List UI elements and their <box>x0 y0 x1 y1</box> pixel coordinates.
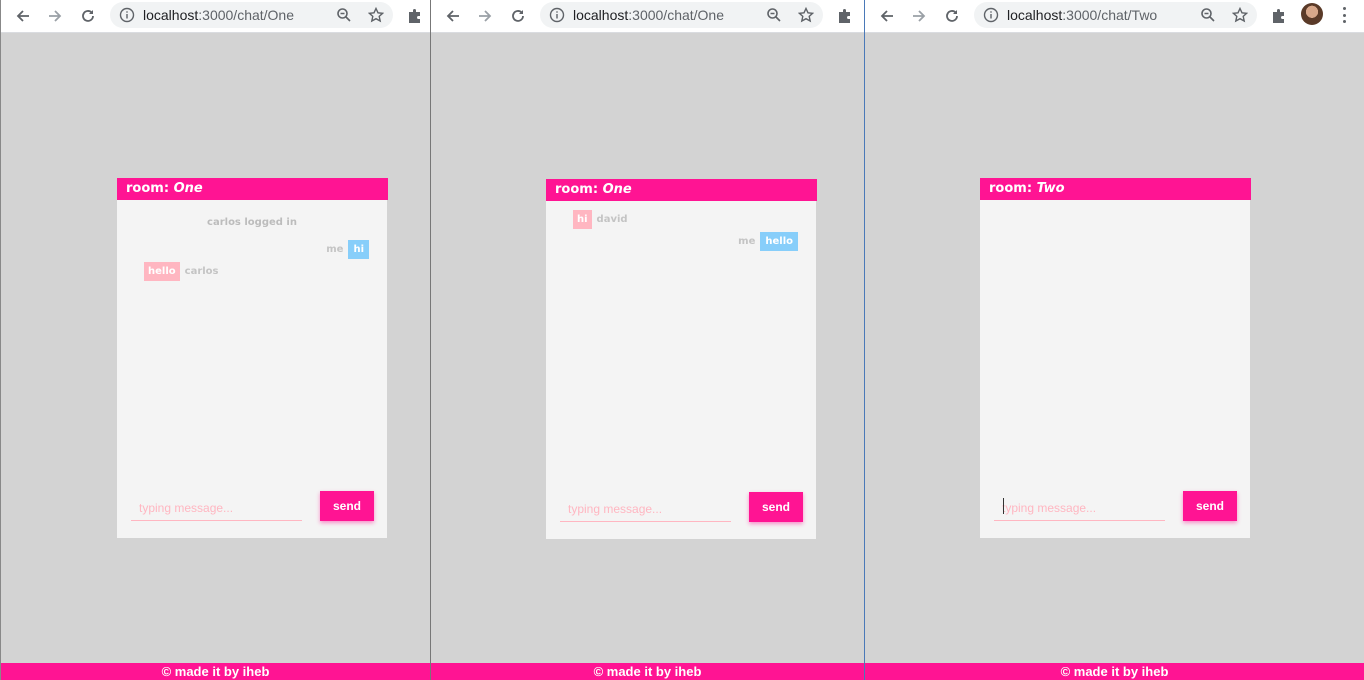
browser-toolbar: localhost:3000/chat/Two <box>865 0 1364 33</box>
extensions-puzzle-icon[interactable] <box>1270 7 1288 25</box>
footer: © made it by iheb <box>1 663 430 680</box>
profile-avatar[interactable] <box>1301 3 1323 25</box>
system-message: carlos logged in <box>207 217 297 228</box>
room-label: room: <box>126 181 170 196</box>
message-list <box>980 200 1250 470</box>
info-icon[interactable] <box>119 7 135 23</box>
zoom-icon[interactable] <box>336 7 352 23</box>
chat-header: room: One <box>546 179 817 201</box>
zoom-icon[interactable] <box>766 7 782 23</box>
url-text[interactable]: localhost:3000/chat/One <box>143 7 294 23</box>
send-button[interactable]: send <box>320 491 374 521</box>
browser-toolbar: localhost:3000/chat/One <box>431 0 864 33</box>
address-bar[interactable]: localhost:3000/chat/Two <box>974 2 1257 28</box>
message-bubble: hi <box>573 210 592 229</box>
footer: © made it by iheb <box>865 663 1364 680</box>
forward-arrow-icon[interactable] <box>908 5 930 27</box>
room-label: room: <box>989 181 1033 196</box>
browser-window-1: localhost:3000/chat/One room: One carlos… <box>0 0 430 680</box>
url-text[interactable]: localhost:3000/chat/Two <box>1007 7 1157 23</box>
message-incoming: hi david <box>573 210 628 229</box>
browser-toolbar: localhost:3000/chat/One <box>1 0 430 33</box>
forward-arrow-icon[interactable] <box>44 5 66 27</box>
message-incoming: hello carlos <box>144 262 219 281</box>
room-name: Two <box>1036 181 1065 196</box>
extensions-puzzle-icon[interactable] <box>406 7 424 25</box>
chat-panel: room: One carlos logged in me hi hello c… <box>117 178 388 538</box>
browser-window-2: localhost:3000/chat/One room: One hi dav… <box>430 0 864 680</box>
star-icon[interactable] <box>1232 7 1248 23</box>
forward-arrow-icon[interactable] <box>474 5 496 27</box>
send-button[interactable]: send <box>749 492 803 522</box>
extensions-puzzle-icon[interactable] <box>836 7 854 25</box>
input-underline <box>560 521 731 522</box>
message-bubble: hi <box>348 240 369 259</box>
room-name: One <box>602 182 632 197</box>
message-input[interactable] <box>560 497 731 521</box>
send-button[interactable]: send <box>1183 491 1237 521</box>
footer: © made it by iheb <box>431 663 864 680</box>
info-icon[interactable] <box>983 7 999 23</box>
browser-window-3: localhost:3000/chat/Two room: Two send ©… <box>864 0 1364 680</box>
message-list: hi david me hello <box>546 201 816 471</box>
sender-name: me <box>738 236 756 247</box>
message-input[interactable] <box>131 496 302 520</box>
sender-name: carlos <box>184 266 219 277</box>
input-underline <box>131 520 302 521</box>
address-bar[interactable]: localhost:3000/chat/One <box>540 2 823 28</box>
room-label: room: <box>555 182 599 197</box>
message-outgoing: me hello <box>738 232 798 251</box>
kebab-menu-icon[interactable] <box>1341 7 1347 23</box>
sender-name: me <box>326 244 344 255</box>
star-icon[interactable] <box>368 7 384 23</box>
input-underline <box>994 520 1165 521</box>
address-bar[interactable]: localhost:3000/chat/One <box>110 2 393 28</box>
back-arrow-icon[interactable] <box>12 5 34 27</box>
info-icon[interactable] <box>549 7 565 23</box>
url-text[interactable]: localhost:3000/chat/One <box>573 7 724 23</box>
back-arrow-icon[interactable] <box>442 5 464 27</box>
room-name: One <box>173 181 203 196</box>
chat-panel: room: Two send <box>980 178 1251 538</box>
chat-panel: room: One hi david me hello send <box>546 179 817 539</box>
message-bubble: hello <box>760 232 798 251</box>
message-list: carlos logged in me hi hello carlos <box>117 200 387 470</box>
zoom-icon[interactable] <box>1200 7 1216 23</box>
reload-icon[interactable] <box>507 5 529 27</box>
reload-icon[interactable] <box>941 5 963 27</box>
sender-name: david <box>596 214 628 225</box>
text-caret <box>1003 498 1004 514</box>
message-input[interactable] <box>994 496 1165 520</box>
chat-header: room: One <box>117 178 388 200</box>
reload-icon[interactable] <box>77 5 99 27</box>
back-arrow-icon[interactable] <box>876 5 898 27</box>
message-bubble: hello <box>144 262 180 281</box>
star-icon[interactable] <box>798 7 814 23</box>
message-outgoing: me hi <box>326 240 369 259</box>
chat-header: room: Two <box>980 178 1251 200</box>
